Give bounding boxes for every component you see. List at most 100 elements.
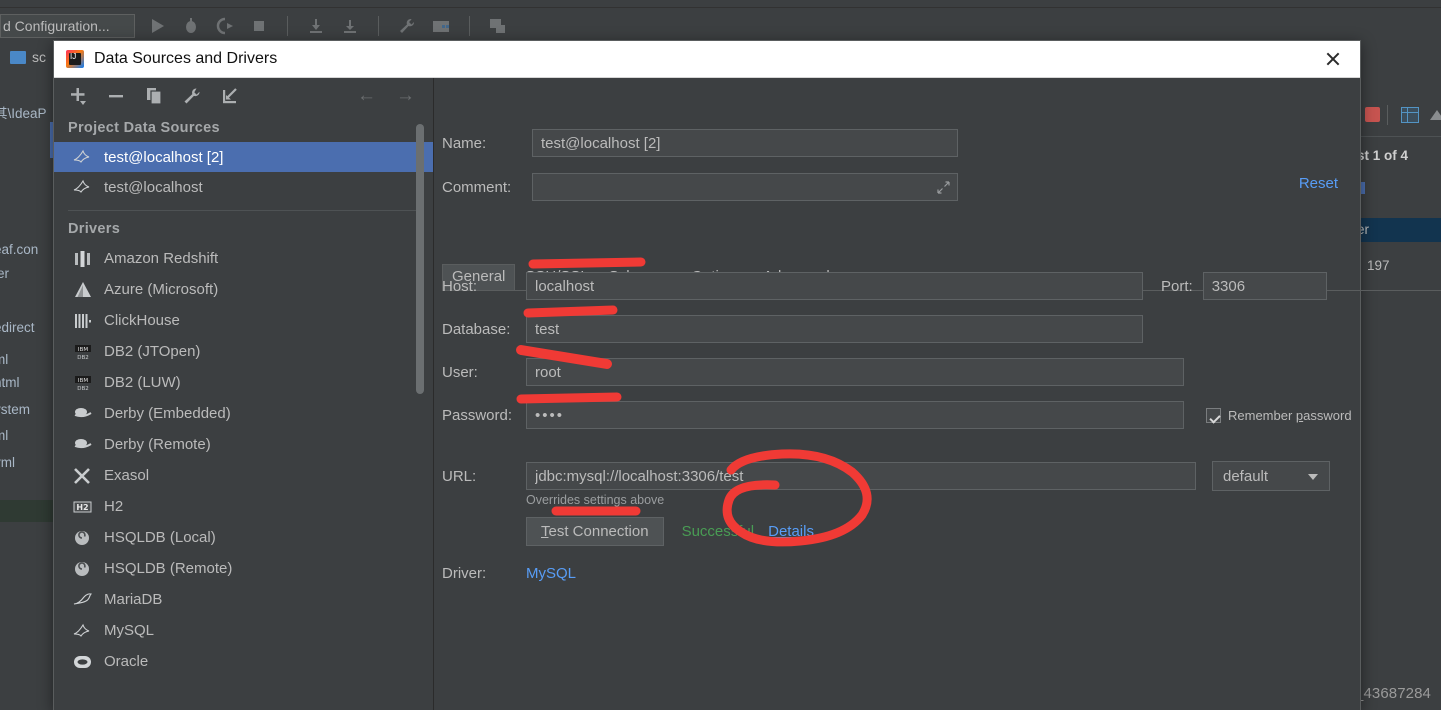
driver-item-h2[interactable]: H2 H2	[54, 491, 433, 522]
database-input[interactable]	[526, 315, 1143, 343]
toolbar-divider	[378, 16, 379, 36]
driver-label: MySQL	[104, 622, 155, 639]
wrench-icon[interactable]	[182, 86, 202, 106]
expand-icon[interactable]	[937, 181, 950, 194]
remove-data-source-button[interactable]	[106, 86, 126, 106]
tree-fragment: ml	[0, 352, 9, 367]
export-icon[interactable]	[306, 16, 326, 36]
database-label: Database:	[442, 320, 511, 338]
project-tree-background: 其\IdeaP eaf.con ler edirect ml html yste…	[0, 70, 56, 710]
remember-password-checkbox[interactable]	[1206, 407, 1221, 423]
driver-item-derby-remote[interactable]: Derby (Remote)	[54, 429, 433, 460]
mysql-icon	[72, 148, 94, 166]
comment-label: Comment:	[442, 178, 512, 196]
driver-item-amazon-redshift[interactable]: Amazon Redshift	[54, 243, 433, 274]
folder-icon	[10, 50, 26, 64]
import-data-source-icon[interactable]	[220, 86, 240, 106]
tree-fragment: ml	[0, 428, 9, 443]
sidebar-toolbar: ← →	[54, 78, 433, 114]
url-input[interactable]	[526, 462, 1196, 490]
debug-icon[interactable]	[181, 16, 201, 36]
driver-item-hsqldb-local[interactable]: HSQLDB (Local)	[54, 522, 433, 553]
host-input[interactable]	[526, 272, 1143, 300]
user-input[interactable]	[526, 358, 1184, 386]
tree-fragment: html	[0, 375, 20, 390]
duplicate-icon[interactable]	[144, 86, 164, 106]
ide-toolbar-icons	[147, 16, 508, 36]
project-structure-icon[interactable]	[431, 16, 451, 36]
user-label: User:	[442, 363, 478, 381]
driver-item-azure[interactable]: Azure (Microsoft)	[54, 274, 433, 305]
url-label: URL:	[442, 467, 477, 485]
back-icon[interactable]: ←	[357, 86, 376, 106]
test-status-label: Successful	[681, 523, 755, 540]
intellij-logo-icon	[66, 50, 84, 68]
hsqldb-icon	[72, 529, 94, 547]
sidebar-scrollbar[interactable]	[416, 124, 424, 700]
wrench-icon[interactable]	[397, 16, 417, 36]
drivers-list: Amazon Redshift Azure (Microsoft) ClickH…	[54, 243, 433, 677]
password-input[interactable]	[526, 401, 1184, 429]
name-input[interactable]	[532, 129, 958, 157]
driver-item-mysql[interactable]: MySQL	[54, 615, 433, 646]
driver-item-db2-jtopen[interactable]: IBM DB2 DB2 (JTOpen)	[54, 336, 433, 367]
driver-item-exasol[interactable]: Exasol	[54, 460, 433, 491]
forward-icon[interactable]: →	[396, 86, 415, 106]
url-scheme-value: default	[1223, 467, 1269, 485]
scrollbar-thumb[interactable]	[416, 124, 424, 394]
name-label: Name:	[442, 134, 487, 152]
driver-item-db2-luw[interactable]: IBM DB2 DB2 (LUW)	[54, 367, 433, 398]
driver-item-oracle[interactable]: Oracle	[54, 646, 433, 677]
remember-password-row[interactable]: Remember password	[1206, 407, 1352, 423]
mysql-icon	[72, 178, 94, 196]
details-link[interactable]: Details	[768, 523, 814, 540]
mariadb-icon	[72, 591, 94, 609]
driver-label: DB2 (LUW)	[104, 374, 181, 391]
user-row: User:	[442, 358, 1184, 386]
driver-label: Derby (Remote)	[104, 436, 211, 453]
stop-icon[interactable]	[1365, 107, 1380, 122]
tree-fragment: yml	[0, 455, 15, 470]
dialog-body: ← → Project Data Sources test@localhost …	[54, 78, 1441, 710]
azure-icon	[72, 281, 94, 299]
sidebar-nav-buttons: ← →	[357, 86, 415, 106]
save-all-icon[interactable]	[488, 16, 508, 36]
dialog-titlebar: Data Sources and Drivers	[54, 41, 1360, 78]
test-connection-button[interactable]: Test Connection	[526, 517, 664, 546]
driver-link[interactable]: MySQL	[526, 565, 576, 582]
driver-item-clickhouse[interactable]: ClickHouse	[54, 305, 433, 336]
sidebar-panel: ← → Project Data Sources test@localhost …	[54, 78, 434, 710]
driver-label: Derby (Embedded)	[104, 405, 231, 422]
import-icon[interactable]	[340, 16, 360, 36]
password-row: Password: Remember password	[442, 401, 1352, 429]
stop-icon[interactable]	[249, 16, 269, 36]
port-input[interactable]	[1202, 272, 1327, 300]
url-scheme-dropdown[interactable]: default	[1212, 461, 1330, 491]
svg-text:DB2: DB2	[77, 386, 89, 392]
table-grid-icon[interactable]	[1401, 107, 1419, 123]
chevron-down-icon	[1308, 474, 1318, 480]
driver-label: HSQLDB (Remote)	[104, 560, 233, 577]
driver-label: Amazon Redshift	[104, 250, 219, 267]
run-icon[interactable]	[147, 16, 167, 36]
comment-input[interactable]	[532, 173, 958, 201]
test-connection-row: Test Connection Successful Details	[526, 517, 814, 546]
overrides-note: Overrides settings above	[526, 493, 665, 507]
run-with-coverage-icon[interactable]	[215, 16, 235, 36]
redshift-icon	[72, 250, 94, 268]
driver-item-hsqldb-remote[interactable]: HSQLDB (Remote)	[54, 553, 433, 584]
reset-link[interactable]: Reset	[1299, 175, 1338, 192]
export-data-icon[interactable]	[1430, 110, 1441, 120]
project-tree-selected-row	[0, 500, 56, 522]
toolbar-divider	[287, 16, 288, 36]
exasol-icon	[72, 467, 94, 485]
sidebar-item-test-localhost-2[interactable]: test@localhost [2]	[54, 142, 433, 172]
close-icon[interactable]	[1320, 46, 1346, 72]
tree-fragment: ler	[0, 266, 10, 281]
driver-label: HSQLDB (Local)	[104, 529, 216, 546]
sidebar-item-test-localhost[interactable]: test@localhost	[54, 172, 433, 202]
driver-item-derby-embedded[interactable]: Derby (Embedded)	[54, 398, 433, 429]
run-configuration-selector[interactable]: d Configuration...	[0, 14, 135, 38]
driver-item-mariadb[interactable]: MariaDB	[54, 584, 433, 615]
add-data-source-button[interactable]	[68, 86, 88, 106]
